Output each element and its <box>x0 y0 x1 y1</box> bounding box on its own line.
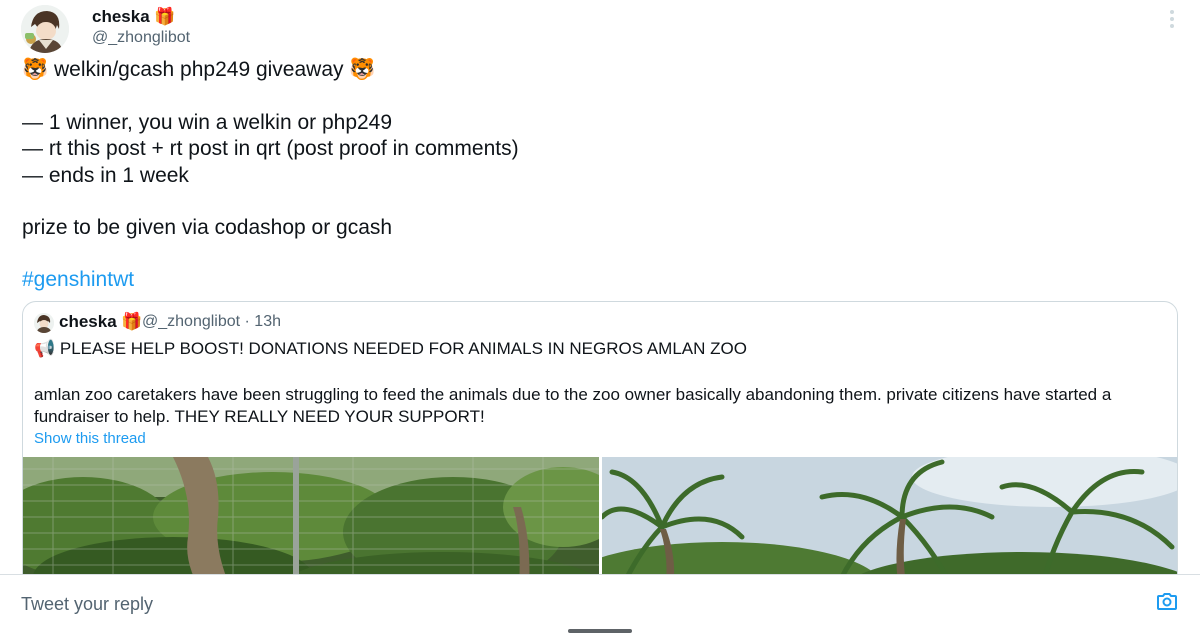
more-button[interactable] <box>1156 3 1188 35</box>
quoted-body: amlan zoo caretakers have been strugglin… <box>34 385 1112 426</box>
quoted-tweet-card[interactable]: cheska 🎁 @_zhonglibot · 13h 📢 PLEASE HEL… <box>22 301 1178 601</box>
tweet-line: — ends in 1 week <box>22 163 189 187</box>
more-vertical-icon <box>1170 10 1174 28</box>
tweet-line: 🐯 welkin/gcash php249 giveaway 🐯 <box>22 58 376 81</box>
show-thread-link[interactable]: Show this thread <box>34 430 146 447</box>
quoted-handle-time: @_zhonglibot · 13h <box>142 313 281 330</box>
quoted-avatar <box>34 313 54 333</box>
avatar[interactable] <box>21 5 69 53</box>
quoted-display-name: cheska 🎁 <box>59 312 143 331</box>
camera-icon <box>1157 593 1177 610</box>
avatar-image <box>21 5 69 53</box>
reply-bar <box>0 574 1200 637</box>
tweet-line: — 1 winner, you win a welkin or php249 <box>22 110 393 134</box>
tweet-line <box>22 189 1172 215</box>
tweet-text: 🐯 welkin/gcash php249 giveaway 🐯 — 1 win… <box>22 57 1172 242</box>
hashtag-link[interactable]: #genshintwt <box>22 268 134 292</box>
display-name[interactable]: cheska 🎁 <box>92 7 176 27</box>
tweet-line: — rt this post + rt post in qrt (post pr… <box>22 137 519 161</box>
camera-button[interactable] <box>1155 589 1179 613</box>
reply-input[interactable] <box>21 591 1121 617</box>
gesture-nav-handle[interactable] <box>568 629 632 633</box>
tweet-line: prize to be given via codashop or gcash <box>22 216 393 240</box>
quoted-avatar-image <box>34 313 54 333</box>
quoted-headline: 📢 PLEASE HELP BOOST! DONATIONS NEEDED FO… <box>34 339 747 358</box>
tweet-line <box>22 83 1172 109</box>
user-handle[interactable]: @_zhonglibot <box>92 29 190 47</box>
